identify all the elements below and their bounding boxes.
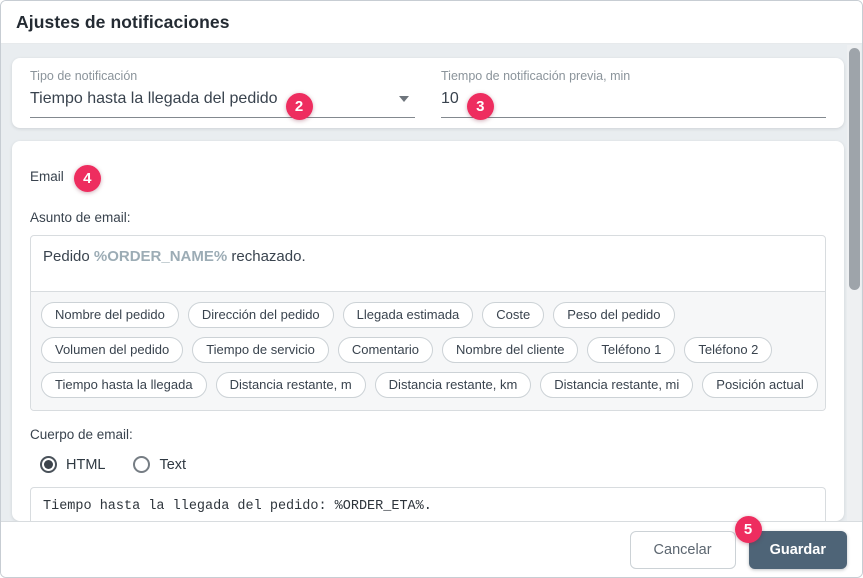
chip-row: Nombre del pedido Dirección del pedido Lle…	[41, 302, 815, 328]
notification-type-field: Tipo de notificación Tiempo hasta la lle…	[30, 69, 415, 128]
format-option-html[interactable]: HTML	[40, 456, 105, 473]
email-body-input[interactable]: Tiempo hasta la llegada del pedido: %ORD…	[30, 487, 826, 521]
dialog-footer: Cancelar 5 Guardar	[1, 521, 862, 577]
dialog-header: Ajustes de notificaciones	[1, 1, 862, 44]
placeholder-chip[interactable]: Teléfono 1	[587, 337, 675, 363]
format-option-text-label: Text	[159, 457, 186, 473]
notification-type-select[interactable]: Tiempo hasta la llegada del pedido 2	[30, 88, 415, 118]
placeholder-chip[interactable]: Distancia restante, mi	[540, 372, 693, 398]
email-section-title: Email	[30, 169, 64, 184]
dialog-body: Tipo de notificación Tiempo hasta la lle…	[1, 44, 862, 521]
placeholder-chip[interactable]: Dirección del pedido	[188, 302, 334, 328]
body-format-radio-group: HTML Text	[30, 456, 826, 473]
notification-time-input[interactable]: 10 3	[441, 88, 826, 118]
save-button-wrapper: 5 Guardar	[749, 531, 847, 569]
email-settings-card: Email 4 Asunto de email: Pedido %ORDER_N…	[12, 141, 844, 521]
placeholder-chip[interactable]: Teléfono 2	[684, 337, 772, 363]
dialog-title: Ajustes de notificaciones	[16, 12, 230, 33]
subject-text-suffix: rechazado.	[227, 248, 305, 265]
placeholder-chip[interactable]: Distancia restante, km	[375, 372, 532, 398]
email-section-header: Email 4	[30, 163, 826, 190]
cancel-button[interactable]: Cancelar	[630, 531, 736, 569]
placeholder-chip[interactable]: Nombre del cliente	[442, 337, 578, 363]
email-subject-box: Pedido %ORDER_NAME% rechazado. Nombre de…	[30, 235, 826, 411]
subject-text-prefix: Pedido	[43, 248, 94, 265]
email-body-label: Cuerpo de email:	[30, 427, 826, 442]
notification-time-label: Tiempo de notificación previa, min	[441, 69, 826, 83]
placeholder-chip[interactable]: Peso del pedido	[553, 302, 674, 328]
chevron-down-icon[interactable]	[399, 96, 409, 102]
save-button[interactable]: Guardar	[749, 531, 847, 569]
annotation-badge-2: 2	[286, 93, 313, 120]
placeholder-chip[interactable]: Volumen del pedido	[41, 337, 183, 363]
annotation-badge-4: 4	[74, 165, 101, 192]
email-subject-input[interactable]: Pedido %ORDER_NAME% rechazado.	[31, 236, 825, 291]
format-option-html-label: HTML	[66, 457, 105, 473]
screenshot: Ajustes de notificaciones Tipo de notifi…	[0, 0, 863, 578]
email-body-text: Tiempo hasta la llegada del pedido: %ORD…	[43, 499, 432, 514]
email-subject-label: Asunto de email:	[30, 210, 826, 225]
placeholder-chip[interactable]: Posición actual	[702, 372, 817, 398]
scrollbar-track[interactable]	[847, 45, 861, 521]
notification-settings-card: Tipo de notificación Tiempo hasta la lle…	[12, 58, 844, 128]
notification-time-value: 10	[441, 90, 459, 108]
annotation-badge-3: 3	[467, 93, 494, 120]
format-option-text[interactable]: Text	[133, 456, 186, 473]
placeholder-chip[interactable]: Coste	[482, 302, 544, 328]
order-name-token: %ORDER_NAME%	[94, 248, 227, 265]
placeholder-chip[interactable]: Comentario	[338, 337, 433, 363]
chip-row: Tiempo hasta la llegada Distancia restant…	[41, 372, 815, 398]
placeholder-chips-panel: Nombre del pedido Dirección del pedido Lle…	[31, 291, 825, 410]
placeholder-chip[interactable]: Llegada estimada	[343, 302, 474, 328]
radio-unchecked-icon	[133, 456, 150, 473]
scrollbar-thumb[interactable]	[849, 48, 860, 290]
placeholder-chip[interactable]: Nombre del pedido	[41, 302, 179, 328]
placeholder-chip[interactable]: Tiempo hasta la llegada	[41, 372, 207, 398]
chip-row: Volumen del pedido Tiempo de servicio Come…	[41, 337, 815, 363]
placeholder-chip[interactable]: Distancia restante, m	[216, 372, 366, 398]
radio-checked-icon	[40, 456, 57, 473]
notification-type-label: Tipo de notificación	[30, 69, 415, 83]
annotation-badge-5: 5	[735, 516, 762, 543]
notification-type-value: Tiempo hasta la llegada del pedido	[30, 90, 278, 108]
notification-settings-dialog: Ajustes de notificaciones Tipo de notifi…	[0, 0, 863, 578]
notification-time-field: Tiempo de notificación previa, min 10 3	[441, 69, 826, 128]
placeholder-chip[interactable]: Tiempo de servicio	[192, 337, 329, 363]
